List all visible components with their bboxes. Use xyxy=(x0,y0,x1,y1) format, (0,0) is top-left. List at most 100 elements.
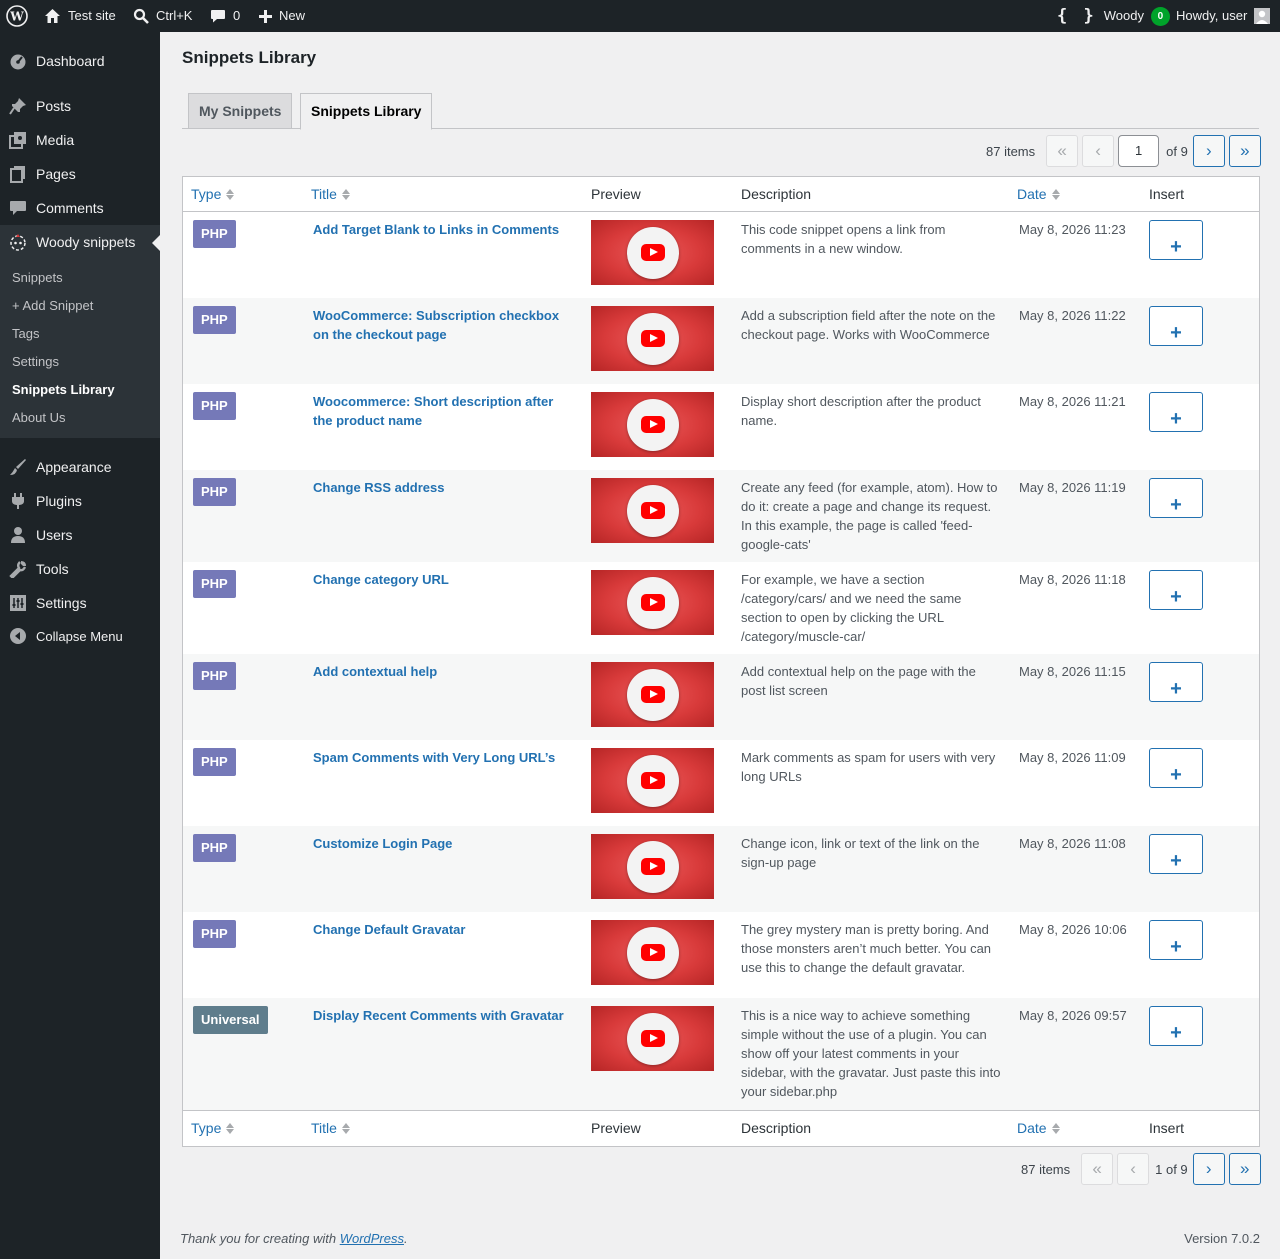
search-shortcut[interactable]: Ctrl+K xyxy=(133,0,192,32)
insert-snippet-button[interactable]: + xyxy=(1149,392,1203,432)
submenu-snippets[interactable]: Snippets xyxy=(12,270,63,285)
column-description: Description xyxy=(741,1120,812,1136)
snippet-date: May 8, 2026 11:15 xyxy=(1019,664,1126,679)
video-preview-thumbnail[interactable] xyxy=(591,392,714,457)
prev-page-button[interactable]: ‹ xyxy=(1117,1153,1150,1185)
snippet-date: May 8, 2026 10:06 xyxy=(1019,922,1127,937)
menu-settings[interactable]: Settings xyxy=(0,586,160,620)
submenu-add-snippet[interactable]: + Add Snippet xyxy=(12,298,93,313)
tab-snippets-library[interactable]: Snippets Library xyxy=(300,93,433,130)
snippet-title-link[interactable]: Spam Comments with Very Long URL’s xyxy=(313,748,573,767)
submenu-about-us[interactable]: About Us xyxy=(12,410,65,425)
wordpress-link[interactable]: WordPress xyxy=(340,1231,404,1246)
column-type-sort[interactable]: Type xyxy=(191,1111,235,1146)
snippet-title-link[interactable]: WooCommerce: Subscription checkbox on th… xyxy=(313,306,573,344)
column-date-sort[interactable]: Date xyxy=(1017,1111,1060,1146)
snippet-title-link[interactable]: Change RSS address xyxy=(313,478,573,497)
comments-icon xyxy=(0,199,36,217)
pagination-top: 87 items « ‹ 1 of 9 › » xyxy=(986,135,1261,167)
snippet-type-badge: PHP xyxy=(193,748,236,776)
first-page-button[interactable]: « xyxy=(1081,1153,1114,1185)
snippet-title-link[interactable]: Change Default Gravatar xyxy=(313,920,573,939)
wordpress-logo-icon[interactable]: W xyxy=(6,0,28,32)
submenu-settings[interactable]: Settings xyxy=(12,354,59,369)
admin-bar: W Test site Ctrl+K 0 New { } Woody 0 How… xyxy=(0,0,1280,32)
menu-tools[interactable]: Tools xyxy=(0,552,160,586)
prev-page-button[interactable]: ‹ xyxy=(1082,135,1115,167)
play-button-icon xyxy=(626,312,679,365)
video-preview-thumbnail[interactable] xyxy=(591,662,714,727)
menu-users[interactable]: Users xyxy=(0,518,160,552)
insert-snippet-button[interactable]: + xyxy=(1149,834,1203,874)
menu-media[interactable]: Media xyxy=(0,123,160,157)
comments-link[interactable]: 0 xyxy=(210,0,240,32)
video-preview-thumbnail[interactable] xyxy=(591,748,714,813)
snippet-title-link[interactable]: Display Recent Comments with Gravatar xyxy=(313,1006,573,1025)
video-preview-thumbnail[interactable] xyxy=(591,570,714,635)
last-page-button[interactable]: » xyxy=(1228,1153,1261,1185)
woody-adminbar-link[interactable]: { } Woody 0 xyxy=(1057,0,1170,32)
next-page-button[interactable]: › xyxy=(1192,135,1225,167)
snippet-description: Mark comments as spam for users with ver… xyxy=(741,750,996,784)
menu-woody-snippets[interactable]: Woody snippets xyxy=(0,225,160,259)
video-preview-thumbnail[interactable] xyxy=(591,478,714,543)
video-preview-thumbnail[interactable] xyxy=(591,920,714,985)
insert-snippet-button[interactable]: + xyxy=(1149,662,1203,702)
snippet-title-link[interactable]: Customize Login Page xyxy=(313,834,573,853)
youtube-icon xyxy=(640,686,665,703)
submenu-tags[interactable]: Tags xyxy=(12,326,39,341)
video-preview-thumbnail[interactable] xyxy=(591,306,714,371)
column-title-sort[interactable]: Title xyxy=(311,1111,350,1146)
snippet-type-badge: PHP xyxy=(193,220,236,248)
play-button-icon xyxy=(626,668,679,721)
menu-label: Tools xyxy=(36,561,69,577)
tab-my-snippets[interactable]: My Snippets xyxy=(188,93,293,129)
submenu-snippets-library[interactable]: Snippets Library xyxy=(12,382,115,397)
column-label: Title xyxy=(311,186,337,202)
snippet-description: Display short description after the prod… xyxy=(741,394,981,428)
snippet-type-badge: PHP xyxy=(193,662,236,690)
play-button-icon xyxy=(626,926,679,979)
insert-snippet-button[interactable]: + xyxy=(1149,570,1203,610)
comment-bubble-icon xyxy=(211,10,225,23)
woody-submenu: Snippets + Add Snippet Tags Settings Sni… xyxy=(0,259,160,438)
video-preview-thumbnail[interactable] xyxy=(591,834,714,899)
snippet-title-link[interactable]: Change category URL xyxy=(313,570,573,589)
snippet-title-link[interactable]: Woocommerce: Short description after the… xyxy=(313,392,573,430)
insert-snippet-button[interactable]: + xyxy=(1149,478,1203,518)
snippets-table: Type Title Preview Description Date Inse… xyxy=(182,176,1260,1147)
site-name-link[interactable]: Test site xyxy=(44,0,116,32)
column-title-sort[interactable]: Title xyxy=(311,177,350,212)
insert-snippet-button[interactable]: + xyxy=(1149,1006,1203,1046)
snippet-title-link[interactable]: Add contextual help xyxy=(313,662,573,681)
new-content-link[interactable]: New xyxy=(259,0,305,32)
current-page-input[interactable]: 1 xyxy=(1118,135,1160,167)
menu-pages[interactable]: Pages xyxy=(0,157,160,191)
menu-dashboard[interactable]: Dashboard xyxy=(0,44,160,78)
insert-snippet-button[interactable]: + xyxy=(1149,306,1203,346)
menu-collapse[interactable]: Collapse Menu xyxy=(0,619,160,653)
table-row: PHP Change RSS address Create any feed (fo… xyxy=(183,470,1259,562)
snippet-date: May 8, 2026 11:18 xyxy=(1019,572,1126,587)
user-account-menu[interactable]: Howdy, user xyxy=(1176,0,1271,32)
next-page-button[interactable]: › xyxy=(1192,1153,1225,1185)
column-date-sort[interactable]: Date xyxy=(1017,177,1060,212)
column-insert: Insert xyxy=(1149,1120,1185,1136)
sort-arrows-icon xyxy=(226,189,235,200)
menu-plugins[interactable]: Plugins xyxy=(0,484,160,518)
insert-snippet-button[interactable]: + xyxy=(1149,920,1203,960)
first-page-button[interactable]: « xyxy=(1046,135,1079,167)
total-pages: of 9 xyxy=(1166,143,1188,159)
menu-comments[interactable]: Comments xyxy=(0,191,160,225)
insert-snippet-button[interactable]: + xyxy=(1149,220,1203,260)
snippet-description: The grey mystery man is pretty boring. A… xyxy=(741,922,992,975)
video-preview-thumbnail[interactable] xyxy=(591,220,714,285)
snippet-date: May 8, 2026 11:21 xyxy=(1019,394,1126,409)
snippet-title-link[interactable]: Add Target Blank to Links in Comments xyxy=(313,220,573,239)
column-type-sort[interactable]: Type xyxy=(191,177,235,212)
insert-snippet-button[interactable]: + xyxy=(1149,748,1203,788)
menu-appearance[interactable]: Appearance xyxy=(0,450,160,484)
video-preview-thumbnail[interactable] xyxy=(591,1006,714,1071)
menu-posts[interactable]: Posts xyxy=(0,89,160,123)
last-page-button[interactable]: » xyxy=(1228,135,1261,167)
